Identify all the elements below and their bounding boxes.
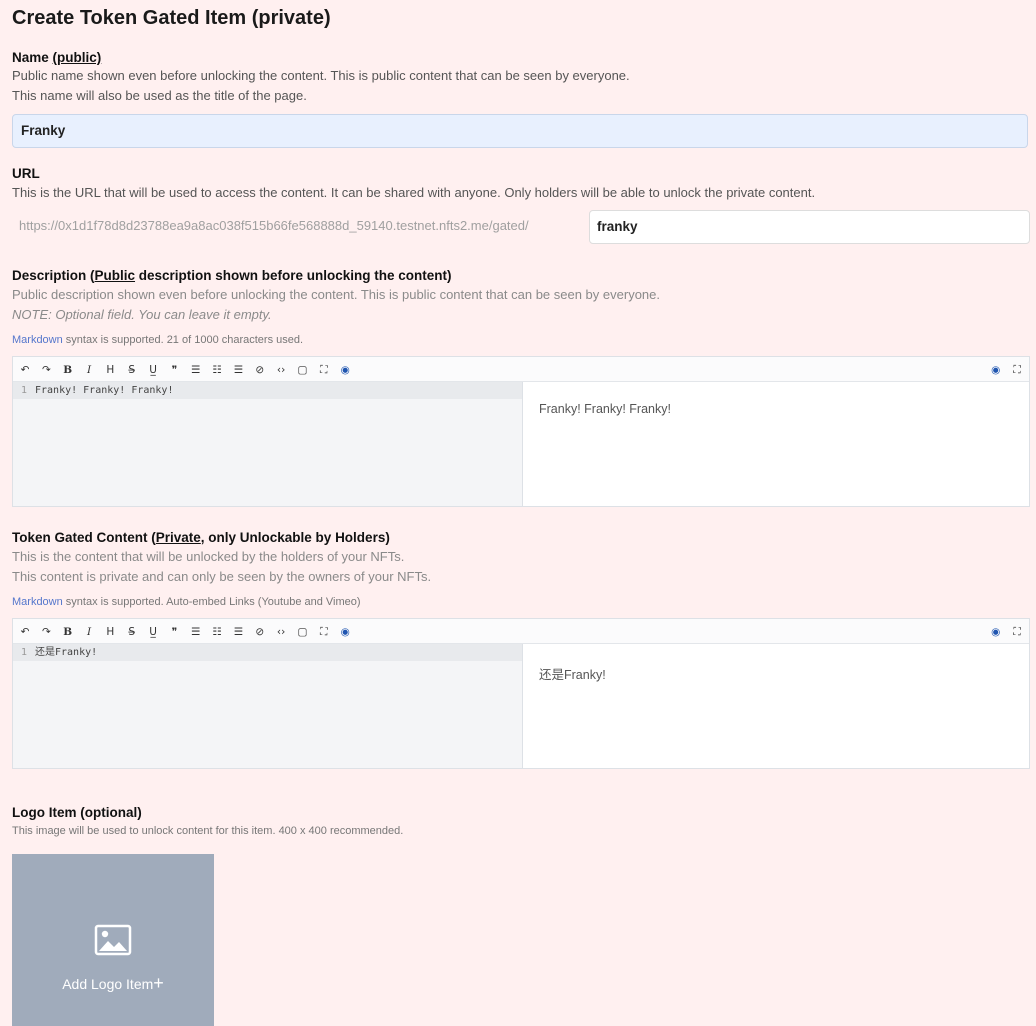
strikethrough-button[interactable]: S̶ xyxy=(126,620,138,644)
code-icon[interactable]: ‹› xyxy=(275,620,287,644)
redo-icon[interactable]: ↷ xyxy=(40,620,52,644)
italic-button[interactable]: I xyxy=(83,358,95,382)
task-list-icon[interactable]: ☰ xyxy=(232,358,244,382)
preview-toggle-icon[interactable]: ◉ xyxy=(990,358,1002,382)
link-icon[interactable]: ⊘ xyxy=(254,358,266,382)
name-label: Name (public) xyxy=(12,50,102,65)
bold-button[interactable]: B xyxy=(62,620,74,644)
preview-icon[interactable]: ◉ xyxy=(339,358,351,382)
line-number: 1 xyxy=(20,647,28,658)
task-list-icon[interactable]: ☰ xyxy=(232,620,244,644)
code-text: Franky! Franky! Franky! xyxy=(35,385,174,396)
ordered-list-icon[interactable]: ☷ xyxy=(211,620,223,644)
plus-icon: + xyxy=(153,973,164,993)
fullscreen-inner-icon[interactable]: ⛶ xyxy=(318,358,330,382)
name-input[interactable]: Franky xyxy=(12,114,1028,148)
table-icon[interactable]: ▢ xyxy=(296,358,308,382)
description-label: Description (Public description shown be… xyxy=(12,268,452,283)
fullscreen-icon[interactable]: ⛶ xyxy=(1011,358,1023,382)
description-help: Public description shown even before unl… xyxy=(12,287,660,322)
preview-toggle-icon[interactable]: ◉ xyxy=(990,620,1002,644)
fullscreen-inner-icon[interactable]: ⛶ xyxy=(318,620,330,644)
logo-label: Logo Item (optional) xyxy=(12,805,142,820)
description-markdown-info: Markdown syntax is supported. 21 of 1000… xyxy=(12,334,304,346)
url-help: This is the URL that will be used to acc… xyxy=(12,185,816,200)
redo-icon[interactable]: ↷ xyxy=(40,358,52,382)
add-logo-button[interactable]: Add Logo Item+ xyxy=(12,854,214,1026)
description-code-pane[interactable]: 1 Franky! Franky! Franky! xyxy=(13,382,523,506)
code-text: 还是Franky! xyxy=(35,647,98,658)
ordered-list-icon[interactable]: ☷ xyxy=(211,358,223,382)
add-logo-label: Add Logo Item+ xyxy=(62,973,164,993)
name-help: Public name shown even before unlocking … xyxy=(12,68,630,103)
italic-button[interactable]: I xyxy=(83,620,95,644)
url-slug-input[interactable]: franky xyxy=(589,210,1030,244)
bold-button[interactable]: B xyxy=(62,358,74,382)
url-prefix: https://0x1d1f78d8d23788ea9a8ac038f515b6… xyxy=(19,218,529,233)
table-icon[interactable]: ▢ xyxy=(296,620,308,644)
code-icon[interactable]: ‹› xyxy=(275,358,287,382)
link-icon[interactable]: ⊘ xyxy=(254,620,266,644)
code-line: 1 Franky! Franky! Franky! xyxy=(13,382,522,399)
image-icon xyxy=(94,924,132,961)
unordered-list-icon[interactable]: ☰ xyxy=(190,620,202,644)
description-editor[interactable]: ↶ ↷ B I H S̶ U̲ ❞ ☰ ☷ ☰ ⊘ ‹› ▢ ⛶ ◉ ◉ ⛶ 1… xyxy=(12,356,1030,507)
url-label: URL xyxy=(12,166,40,181)
undo-icon[interactable]: ↶ xyxy=(19,358,31,382)
editor-toolbar: ↶ ↷ B I H S̶ U̲ ❞ ☰ ☷ ☰ ⊘ ‹› ▢ ⛶ ◉ ◉ ⛶ xyxy=(13,619,1029,644)
strikethrough-button[interactable]: S̶ xyxy=(126,358,138,382)
heading-button[interactable]: H xyxy=(104,358,116,382)
gated-code-pane[interactable]: 1 还是Franky! xyxy=(13,644,523,768)
quote-icon[interactable]: ❞ xyxy=(168,358,180,382)
undo-icon[interactable]: ↶ xyxy=(19,620,31,644)
gated-content-help: This is the content that will be unlocke… xyxy=(12,549,432,584)
gated-content-editor[interactable]: ↶ ↷ B I H S̶ U̲ ❞ ☰ ☷ ☰ ⊘ ‹› ▢ ⛶ ◉ ◉ ⛶ 1… xyxy=(12,618,1030,769)
description-preview: Franky! Franky! Franky! xyxy=(539,402,671,416)
markdown-link[interactable]: Markdown xyxy=(12,596,63,608)
preview-icon[interactable]: ◉ xyxy=(339,620,351,644)
underline-button[interactable]: U̲ xyxy=(147,620,159,644)
page-title: Create Token Gated Item (private) xyxy=(12,7,331,29)
markdown-link[interactable]: Markdown xyxy=(12,334,63,346)
gated-content-label: Token Gated Content (Private, only Unloc… xyxy=(12,530,390,545)
code-line: 1 还是Franky! xyxy=(13,644,522,661)
line-number: 1 xyxy=(20,385,28,396)
editor-toolbar: ↶ ↷ B I H S̶ U̲ ❞ ☰ ☷ ☰ ⊘ ‹› ▢ ⛶ ◉ ◉ ⛶ xyxy=(13,357,1029,382)
underline-button[interactable]: U̲ xyxy=(147,358,159,382)
unordered-list-icon[interactable]: ☰ xyxy=(190,358,202,382)
gated-markdown-info: Markdown syntax is supported. Auto-embed… xyxy=(12,596,361,608)
fullscreen-icon[interactable]: ⛶ xyxy=(1011,620,1023,644)
heading-button[interactable]: H xyxy=(104,620,116,644)
gated-preview: 还是Franky! xyxy=(539,668,606,682)
logo-help: This image will be used to unlock conten… xyxy=(12,825,404,837)
quote-icon[interactable]: ❞ xyxy=(168,620,180,644)
